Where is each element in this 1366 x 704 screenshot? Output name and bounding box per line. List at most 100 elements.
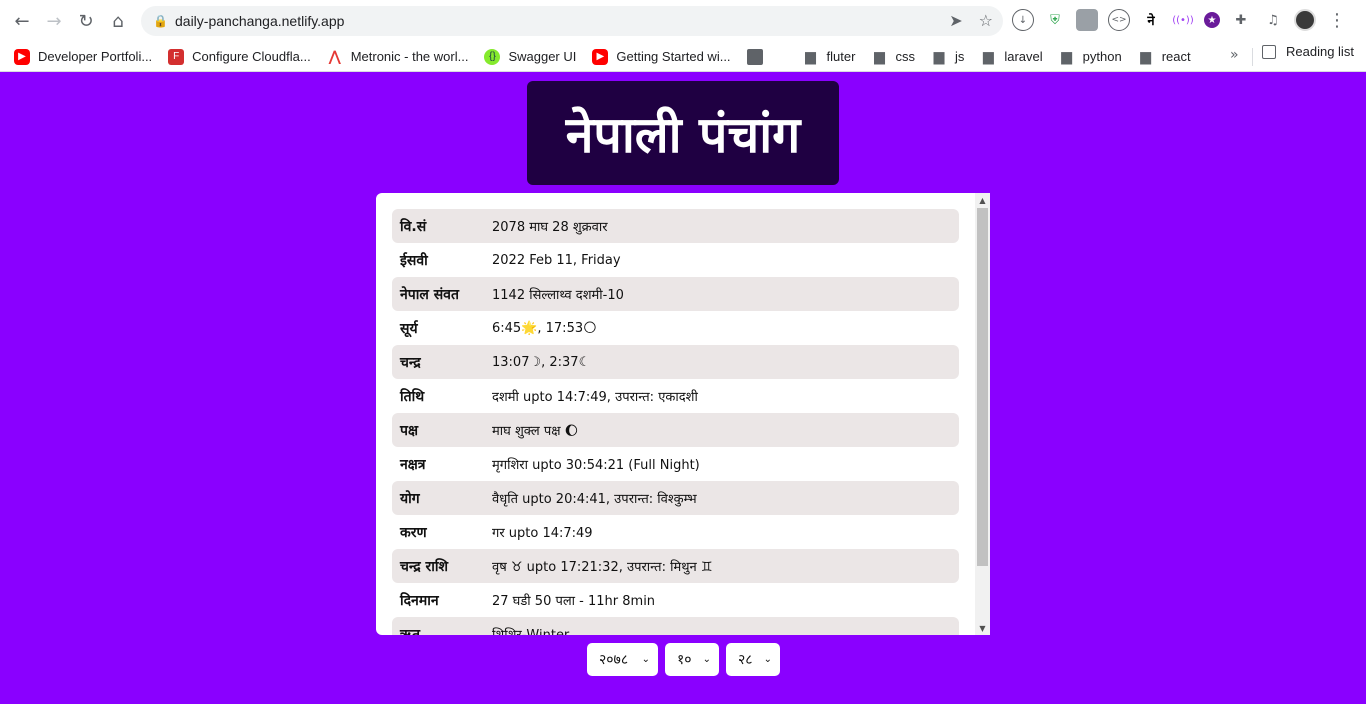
table-row: नक्षत्र मृगशिरा upto 30:54:21 (Full Night…: [392, 447, 959, 481]
row-value: 2078 माघ 28 शुक्रवार: [492, 220, 608, 235]
bookmark-folder[interactable]: ▆ python: [1051, 44, 1130, 70]
cloudflare-icon: F: [168, 48, 185, 65]
reading-list-icon: [1262, 44, 1276, 59]
table-row: चन्द्र 13:07☽, 2:37☾: [392, 345, 959, 379]
star-extension-icon[interactable]: ★: [1204, 12, 1220, 28]
panchanga-card: वि.सं 2078 माघ 28 शुक्रवार ईसवी 2022 Feb 1…: [376, 193, 990, 635]
row-value: वृष ♉ upto 17:21:32, उपरान्त: मिथुन ♊: [492, 560, 713, 575]
address-bar[interactable]: 🔒 daily-panchanga.netlify.app ➤ ☆: [141, 6, 1003, 36]
table-row: नेपाल संवत 1142 सिल्लाथ्व दशमी-10: [392, 277, 959, 311]
folder-icon: ▆: [874, 48, 885, 64]
row-label: चन्द्र राशि: [400, 558, 449, 575]
reload-icon[interactable]: ↻: [70, 5, 102, 37]
bookmark-item[interactable]: ⋀ Metronic - the worl...: [319, 44, 477, 70]
row-label: नक्षत्र: [400, 456, 426, 473]
bookmark-item[interactable]: F Configure Cloudfla...: [160, 44, 319, 70]
table-row: ईसवी 2022 Feb 11, Friday: [392, 243, 959, 277]
panchanga-table: वि.सं 2078 माघ 28 शुक्रवार ईसवी 2022 Feb 1…: [392, 209, 959, 635]
youtube-icon: ▶: [592, 48, 609, 65]
profile-avatar[interactable]: [1294, 9, 1316, 31]
dev-extension-icon[interactable]: <>: [1108, 9, 1130, 31]
row-label: सूर्य: [400, 320, 418, 337]
row-value: मृगशिरा upto 30:54:21 (Full Night): [492, 458, 700, 473]
more-bookmarks-icon[interactable]: »: [1230, 47, 1239, 63]
bookmark-folder[interactable]: ▆ react: [1130, 44, 1199, 70]
swagger-icon: {}: [484, 48, 501, 65]
day-select[interactable]: २८ ⌄: [726, 643, 780, 676]
chevron-down-icon: ⌄: [763, 654, 772, 665]
page-title: नेपाली पंचांग: [565, 106, 801, 164]
row-label: चन्द्र: [400, 354, 421, 371]
bookmark-folder[interactable]: ▆ laravel: [972, 44, 1050, 70]
reading-list-button[interactable]: Reading list: [1262, 44, 1354, 59]
row-label: ऋतु: [400, 626, 420, 636]
broadcast-extension-icon[interactable]: ((•)): [1172, 9, 1194, 31]
grid-icon: [746, 48, 763, 65]
page-title-box: नेपाली पंचांग: [527, 81, 839, 185]
month-select[interactable]: १० ⌄: [665, 643, 719, 676]
scroll-up-arrow-icon[interactable]: ▲: [975, 193, 990, 207]
bookmarks-bar: ▶ Developer Portfoli... F Configure Cloudf…: [0, 42, 1366, 72]
scroll-down-arrow-icon[interactable]: ▼: [975, 621, 990, 635]
url-text[interactable]: daily-panchanga.netlify.app: [175, 13, 344, 29]
date-selectors: २०७८ ⌄ १० ⌄ २८ ⌄: [587, 643, 780, 676]
bookmark-item[interactable]: ▶ Developer Portfoli...: [6, 44, 160, 70]
bookmark-folder[interactable]: ▆ css: [863, 44, 923, 70]
table-row: वि.सं 2078 माघ 28 शुक्रवार: [392, 209, 959, 243]
send-icon[interactable]: ➤: [949, 11, 962, 30]
folder-icon: ▆: [1061, 48, 1073, 64]
row-label: तिथि: [400, 388, 425, 405]
shield-extension-icon[interactable]: ⛨: [1044, 9, 1066, 31]
lock-icon: 🔒: [153, 14, 168, 28]
row-label: दिनमान: [400, 592, 439, 609]
row-value: 27 घडी 50 पला - 11hr 8min: [492, 594, 656, 609]
nepali-extension-icon[interactable]: ने: [1140, 9, 1162, 31]
row-label: करण: [400, 524, 427, 541]
folder-icon: ▆: [933, 48, 945, 64]
folder-icon: ▆: [982, 48, 994, 64]
bookmark-item[interactable]: ▶ Getting Started wi...: [584, 44, 738, 70]
card-scrollbar[interactable]: ▲ ▼: [975, 193, 990, 635]
row-value: वैधृति upto 20:4:41, उपरान्त: विश्कुम्भ: [492, 492, 697, 507]
bookmark-item[interactable]: [739, 44, 779, 70]
row-label: योग: [400, 490, 420, 507]
bookmarks-divider: [1252, 48, 1253, 66]
row-value: 1142 सिल्लाथ्व दशमी-10: [492, 288, 624, 303]
row-value: 13:07☽, 2:37☾: [492, 354, 591, 370]
chevron-down-icon: ⌄: [641, 654, 650, 665]
table-row: सूर्य 6:45🌟, 17:53🌕: [392, 311, 959, 345]
browser-toolbar: ← → ↻ ⌂ 🔒 daily-panchanga.netlify.app ➤ …: [0, 0, 1366, 42]
bookmark-star-icon[interactable]: ☆: [979, 11, 993, 30]
metronic-icon: ⋀: [328, 48, 341, 64]
row-value: 2022 Feb 11, Friday: [492, 252, 621, 268]
media-control-icon[interactable]: ♫: [1262, 9, 1284, 31]
home-icon[interactable]: ⌂: [102, 5, 134, 37]
row-value: दशमी upto 14:7:49, उपरान्त: एकादशी: [492, 390, 698, 405]
folder-icon: ▆: [1140, 48, 1152, 64]
bookmark-folder[interactable]: ▆ fluter: [795, 44, 864, 70]
row-label: नेपाल संवत: [400, 286, 459, 303]
youtube-icon: ▶: [14, 48, 30, 65]
year-select[interactable]: २०७८ ⌄: [587, 643, 658, 676]
download-extension-icon[interactable]: ↓: [1012, 9, 1034, 31]
scroll-thumb[interactable]: [977, 208, 988, 566]
row-value: गर upto 14:7:49: [492, 526, 593, 541]
menu-dots-icon[interactable]: ⋮: [1326, 9, 1348, 31]
puzzle-extensions-icon[interactable]: ✚: [1230, 9, 1252, 31]
folder-icon: ▆: [805, 48, 816, 64]
table-row: चन्द्र राशि वृष ♉ upto 17:21:32, उपरान्त:…: [392, 549, 959, 583]
image-extension-icon[interactable]: [1076, 9, 1098, 31]
back-icon[interactable]: ←: [6, 5, 38, 37]
row-value: शिशिर-Winter: [492, 625, 569, 635]
bookmark-folder[interactable]: ▆ js: [923, 44, 972, 70]
table-row: करण गर upto 14:7:49: [392, 515, 959, 549]
row-value: माघ शुक्ल पक्ष 🌔: [492, 424, 579, 439]
chevron-down-icon: ⌄: [702, 654, 711, 665]
row-label: पक्ष: [400, 422, 418, 439]
row-label: ईसवी: [400, 252, 428, 269]
table-row: तिथि दशमी upto 14:7:49, उपरान्त: एकादशी: [392, 379, 959, 413]
bookmark-item[interactable]: {} Swagger UI: [476, 44, 584, 70]
table-row: दिनमान 27 घडी 50 पला - 11hr 8min: [392, 583, 959, 617]
table-row: ऋतु शिशिर-Winter: [392, 617, 959, 635]
forward-icon[interactable]: →: [38, 5, 70, 37]
